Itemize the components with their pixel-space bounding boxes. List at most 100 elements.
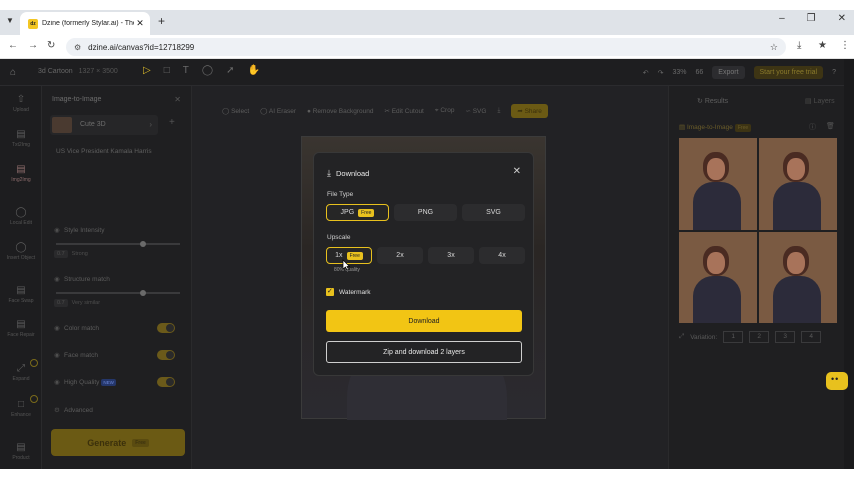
face-icon: ◉ bbox=[54, 352, 60, 359]
chat-support-icon[interactable] bbox=[826, 372, 848, 390]
structure-icon: ◉ bbox=[54, 276, 60, 283]
result-image-3[interactable] bbox=[679, 231, 757, 323]
zip-download-button[interactable]: Zip and download 2 layers bbox=[326, 341, 522, 363]
credits-count[interactable]: 66 bbox=[695, 69, 703, 76]
upscale-3x[interactable]: 3x bbox=[428, 247, 474, 264]
select-tool-icon[interactable]: ▷ bbox=[143, 65, 151, 76]
add-style-icon[interactable]: + bbox=[169, 117, 175, 128]
upscale-2x[interactable]: 2x bbox=[377, 247, 423, 264]
shape-tool-icon[interactable]: ◯ bbox=[202, 65, 213, 76]
prompt-input[interactable]: US Vice President Kamala Harris bbox=[56, 148, 152, 155]
home-icon[interactable]: ⌂ bbox=[10, 67, 16, 78]
frame-tool-icon[interactable]: □ bbox=[164, 65, 170, 76]
reload-icon[interactable]: ↻ bbox=[47, 40, 55, 51]
back-icon[interactable]: ← bbox=[8, 40, 18, 51]
variation-button-2[interactable]: 2 bbox=[749, 331, 770, 343]
advanced-row[interactable]: ⚙ Advanced bbox=[54, 406, 182, 414]
text-tool-icon[interactable]: T bbox=[183, 65, 189, 76]
edit-cutout-button[interactable]: ✂ Edit Cutout bbox=[384, 107, 423, 115]
forward-icon[interactable]: → bbox=[28, 40, 38, 51]
pen-tool-icon[interactable]: ➚ bbox=[226, 65, 234, 76]
sidebar-item-face-repair[interactable]: ▤ Face Repair bbox=[0, 319, 42, 338]
high-quality-toggle[interactable] bbox=[157, 377, 175, 387]
structure-match-row: ◉ Structure match bbox=[54, 276, 110, 283]
sidebar-item-local-edit[interactable]: ◯ Local Edit bbox=[0, 207, 42, 226]
style-selector[interactable]: Cute 3D › bbox=[50, 115, 158, 135]
color-match-toggle[interactable] bbox=[157, 323, 175, 333]
style-intensity-slider[interactable] bbox=[56, 241, 180, 247]
panel-close-icon[interactable]: ✕ bbox=[174, 95, 181, 104]
page-scrollbar[interactable] bbox=[844, 59, 854, 469]
svg-button[interactable]: ∽ SVG bbox=[465, 107, 486, 115]
help-icon[interactable]: ? bbox=[832, 69, 836, 76]
address-bar[interactable]: ⚙ dzine.ai/canvas?id=12718299 ☆ bbox=[66, 38, 786, 56]
canvas-download-icon[interactable]: ⤓ bbox=[497, 107, 500, 115]
slider-knob[interactable] bbox=[140, 290, 146, 296]
watermark-option[interactable]: Watermark bbox=[326, 287, 371, 296]
results-grid bbox=[679, 138, 837, 323]
crop-button[interactable]: ⌖ Crop bbox=[435, 107, 455, 115]
minimize-icon[interactable]: – bbox=[779, 13, 785, 24]
tab-layers[interactable]: ▤ Layers bbox=[805, 97, 835, 105]
sidebar-item-txt2img[interactable]: ▤ Txt2Img bbox=[0, 129, 42, 148]
generate-button[interactable]: Generate Free bbox=[51, 429, 185, 456]
file-type-label: File Type bbox=[327, 191, 354, 198]
sidebar-item-face-swap[interactable]: ▤ Face Swap bbox=[0, 285, 42, 304]
result-image-2[interactable] bbox=[759, 138, 837, 230]
result-image-4[interactable] bbox=[759, 231, 837, 323]
dialog-close-icon[interactable]: ✕ bbox=[513, 166, 521, 177]
tab-results[interactable]: ↻ Results bbox=[697, 97, 728, 105]
hand-tool-icon[interactable]: ✋ bbox=[247, 65, 259, 76]
new-tab-icon[interactable]: + bbox=[158, 14, 165, 28]
file-type-jpg[interactable]: JPG Free bbox=[326, 204, 389, 221]
free-trial-button[interactable]: Start your free trial bbox=[753, 66, 824, 79]
sidebar-item-product[interactable]: ▤ Product bbox=[0, 442, 42, 461]
color-icon: ◉ bbox=[54, 325, 60, 332]
site-info-icon[interactable]: ⚙ bbox=[74, 43, 81, 52]
sidebar-item-img2img[interactable]: ▤ Img2Img bbox=[0, 164, 42, 183]
browser-tab[interactable]: dz Dzine (formerly Stylar.ai) - The ✕ bbox=[20, 12, 150, 35]
browser-menu-icon[interactable]: ⋮ bbox=[840, 40, 850, 51]
variation-button-4[interactable]: 4 bbox=[801, 331, 822, 343]
watermark-checkbox[interactable] bbox=[326, 287, 334, 296]
dzine-favicon-icon: dz bbox=[28, 18, 38, 29]
structure-match-slider[interactable] bbox=[56, 290, 180, 296]
file-type-png[interactable]: PNG bbox=[394, 204, 457, 221]
upscale-4x[interactable]: 4x bbox=[479, 247, 525, 264]
export-button[interactable]: Export bbox=[712, 66, 745, 79]
new-badge: NEW bbox=[101, 379, 116, 386]
slider-knob[interactable] bbox=[140, 241, 146, 247]
chevron-right-icon: › bbox=[149, 120, 152, 129]
download-icon[interactable]: ⤓ bbox=[797, 40, 801, 51]
zoom-level[interactable]: 33% bbox=[672, 69, 686, 76]
window-close-icon[interactable]: ✕ bbox=[838, 13, 846, 24]
info-icon[interactable]: ⓘ bbox=[809, 122, 816, 132]
select-button[interactable]: ◯ Select bbox=[222, 107, 249, 115]
sidebar-item-insert-object[interactable]: ◯ Insert Object bbox=[0, 242, 42, 261]
ai-eraser-button[interactable]: ◯ AI Eraser bbox=[260, 107, 296, 115]
download-button[interactable]: Download bbox=[326, 310, 522, 332]
tab-close-icon[interactable]: ✕ bbox=[134, 18, 146, 29]
file-type-svg[interactable]: SVG bbox=[462, 204, 525, 221]
restore-icon[interactable]: ❐ bbox=[807, 13, 816, 24]
sidebar-item-enhance[interactable]: □ Enhance bbox=[0, 395, 42, 418]
face-match-toggle[interactable] bbox=[157, 350, 175, 360]
trash-icon[interactable]: 🗑 bbox=[826, 122, 835, 130]
sidebar-item-upload[interactable]: ⇧ Upload bbox=[0, 94, 42, 113]
tab-search-icon[interactable]: ▼ bbox=[6, 16, 14, 25]
undo-icon[interactable]: ↶ bbox=[643, 69, 649, 77]
share-button[interactable]: ➦ Share bbox=[511, 104, 548, 118]
remove-background-button[interactable]: ● Remove Background bbox=[307, 108, 373, 115]
extensions-icon[interactable]: ★ bbox=[818, 40, 827, 51]
variation-button-1[interactable]: 1 bbox=[723, 331, 744, 343]
sidebar-item-expand[interactable]: ⤢ Expand bbox=[0, 359, 42, 382]
bookmark-star-icon[interactable]: ☆ bbox=[770, 42, 778, 53]
result-image-1[interactable] bbox=[679, 138, 757, 230]
variation-icon: ⤢ bbox=[679, 333, 685, 340]
face-repair-icon: ▤ bbox=[16, 319, 26, 330]
project-title[interactable]: 3d Cartoon 1327 × 3500 bbox=[38, 68, 118, 75]
variation-button-3[interactable]: 3 bbox=[775, 331, 796, 343]
redo-icon[interactable]: ↷ bbox=[658, 69, 664, 77]
browser-toolbar: ← → ↻ ⚙ dzine.ai/canvas?id=12718299 ☆ ⤓ … bbox=[0, 35, 854, 59]
window-controls: – ❐ ✕ bbox=[779, 13, 846, 24]
